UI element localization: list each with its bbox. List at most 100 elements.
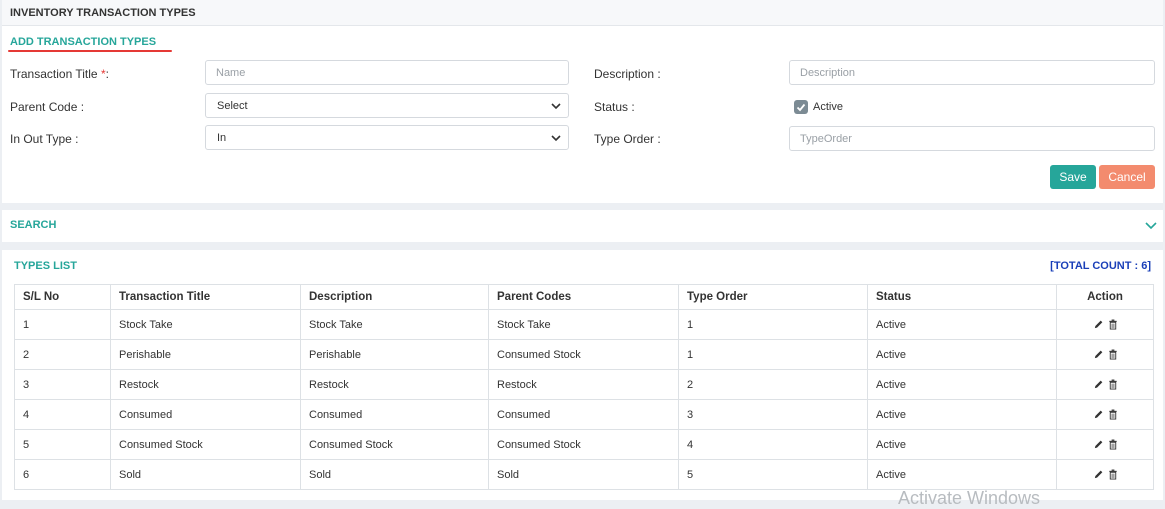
edit-icon[interactable] (1093, 379, 1104, 390)
cancel-button[interactable]: Cancel (1099, 165, 1155, 189)
edit-icon[interactable] (1093, 439, 1104, 450)
table-cell: Consumed Stock (110, 429, 301, 460)
status-active-checkbox[interactable] (794, 100, 808, 114)
section-underline (8, 50, 172, 52)
edit-icon[interactable] (1093, 409, 1104, 420)
table-row: 4 Consumed Consumed Consumed 3 Active (14, 399, 1154, 430)
table-cell: Consumed (488, 399, 679, 430)
table-cell: Sold (488, 459, 679, 490)
table-cell: 2 (678, 369, 868, 400)
column-header: Parent Codes (488, 284, 679, 310)
chevron-down-icon[interactable] (1145, 222, 1157, 230)
table-cell: Active (867, 339, 1057, 370)
action-cell (1056, 429, 1154, 460)
column-header: Action (1056, 284, 1154, 310)
table-cell: 3 (14, 369, 111, 400)
table-cell: 2 (14, 339, 111, 370)
parent-code-select[interactable]: Select (205, 93, 569, 118)
table-cell: 6 (14, 459, 111, 490)
table-cell: Active (867, 459, 1057, 490)
total-count: [TOTAL COUNT : 6] (1050, 260, 1151, 272)
table-cell: 5 (14, 429, 111, 460)
transaction-title-label: Transaction Title *: (10, 67, 109, 81)
table-cell: 4 (678, 429, 868, 460)
trash-icon[interactable] (1108, 439, 1118, 450)
transaction-title-label-text: Transaction Title (10, 67, 101, 81)
table-cell: Active (867, 369, 1057, 400)
edit-icon[interactable] (1093, 319, 1104, 330)
chevron-down-icon (551, 135, 561, 142)
description-label: Description : (594, 67, 661, 81)
trash-icon[interactable] (1108, 409, 1118, 420)
add-transaction-panel: INVENTORY TRANSACTION TYPES ADD TRANSACT… (2, 0, 1163, 203)
table-cell: 1 (678, 309, 868, 340)
table-cell: Stock Take (488, 309, 679, 340)
chevron-down-icon (551, 103, 561, 110)
in-out-type-selected: In (217, 132, 227, 144)
table-cell: Consumed Stock (488, 339, 679, 370)
trash-icon[interactable] (1108, 379, 1118, 390)
table-row: 6 Sold Sold Sold 5 Active (14, 459, 1154, 490)
in-out-type-label: In Out Type : (10, 132, 79, 146)
table-cell: Sold (110, 459, 301, 490)
table-cell: Consumed Stock (488, 429, 679, 460)
table-cell: Consumed (300, 399, 489, 430)
action-cell (1056, 399, 1154, 430)
table-cell: Stock Take (300, 309, 489, 340)
status-active-label: Active (813, 101, 843, 113)
page-title: INVENTORY TRANSACTION TYPES (10, 7, 196, 19)
type-order-label: Type Order : (594, 132, 661, 146)
action-cell (1056, 369, 1154, 400)
table-cell: Active (867, 399, 1057, 430)
table-cell: Consumed (110, 399, 301, 430)
types-list-title: TYPES LIST (14, 260, 77, 272)
table-cell: Active (867, 309, 1057, 340)
table-cell: 1 (14, 309, 111, 340)
search-title: SEARCH (10, 219, 57, 231)
table-cell: Restock (300, 369, 489, 400)
check-icon (796, 103, 806, 112)
table-cell: Stock Take (110, 309, 301, 340)
types-list-panel: TYPES LIST [TOTAL COUNT : 6] S/L No Tran… (2, 250, 1163, 500)
status-label: Status : (594, 100, 635, 114)
column-header: Transaction Title (110, 284, 301, 310)
table-cell: Consumed Stock (300, 429, 489, 460)
table-cell: 4 (14, 399, 111, 430)
column-header: S/L No (14, 284, 111, 310)
table-cell: 3 (678, 399, 868, 430)
edit-icon[interactable] (1093, 349, 1104, 360)
in-out-type-select[interactable]: In (205, 125, 569, 150)
parent-code-label: Parent Code : (10, 100, 85, 114)
description-input[interactable] (789, 60, 1155, 85)
edit-icon[interactable] (1093, 469, 1104, 480)
table-row: 1 Stock Take Stock Take Stock Take 1 Active (14, 309, 1154, 340)
table-cell: Sold (300, 459, 489, 490)
action-cell (1056, 309, 1154, 340)
table-cell: Active (867, 429, 1057, 460)
save-button[interactable]: Save (1050, 165, 1096, 189)
table-row: 5 Consumed Stock Consumed Stock Consumed St… (14, 429, 1154, 460)
types-table: S/L No Transaction Title Description Par… (14, 284, 1154, 490)
table-cell: Perishable (110, 339, 301, 370)
table-cell: 1 (678, 339, 868, 370)
table-cell: 5 (678, 459, 868, 490)
action-cell (1056, 459, 1154, 490)
table-row: 2 Perishable Perishable Consumed Stock 1 Acti… (14, 339, 1154, 370)
transaction-title-label-suffix: : (105, 67, 109, 81)
table-header-row: S/L No Transaction Title Description Par… (14, 284, 1154, 310)
type-order-input[interactable] (789, 126, 1155, 151)
search-panel[interactable]: SEARCH (2, 210, 1163, 242)
trash-icon[interactable] (1108, 469, 1118, 480)
trash-icon[interactable] (1108, 349, 1118, 360)
action-cell (1056, 339, 1154, 370)
table-row: 3 Restock Restock Restock 2 Active (14, 369, 1154, 400)
trash-icon[interactable] (1108, 319, 1118, 330)
activate-windows-watermark: Activate Windows (898, 488, 1041, 508)
add-section-title: ADD TRANSACTION TYPES (10, 36, 157, 48)
transaction-title-input[interactable] (205, 60, 569, 85)
table-cell: Restock (488, 369, 679, 400)
column-header: Status (867, 284, 1057, 310)
parent-code-selected: Select (217, 100, 248, 112)
table-cell: Restock (110, 369, 301, 400)
page-header: INVENTORY TRANSACTION TYPES (2, 0, 1163, 26)
